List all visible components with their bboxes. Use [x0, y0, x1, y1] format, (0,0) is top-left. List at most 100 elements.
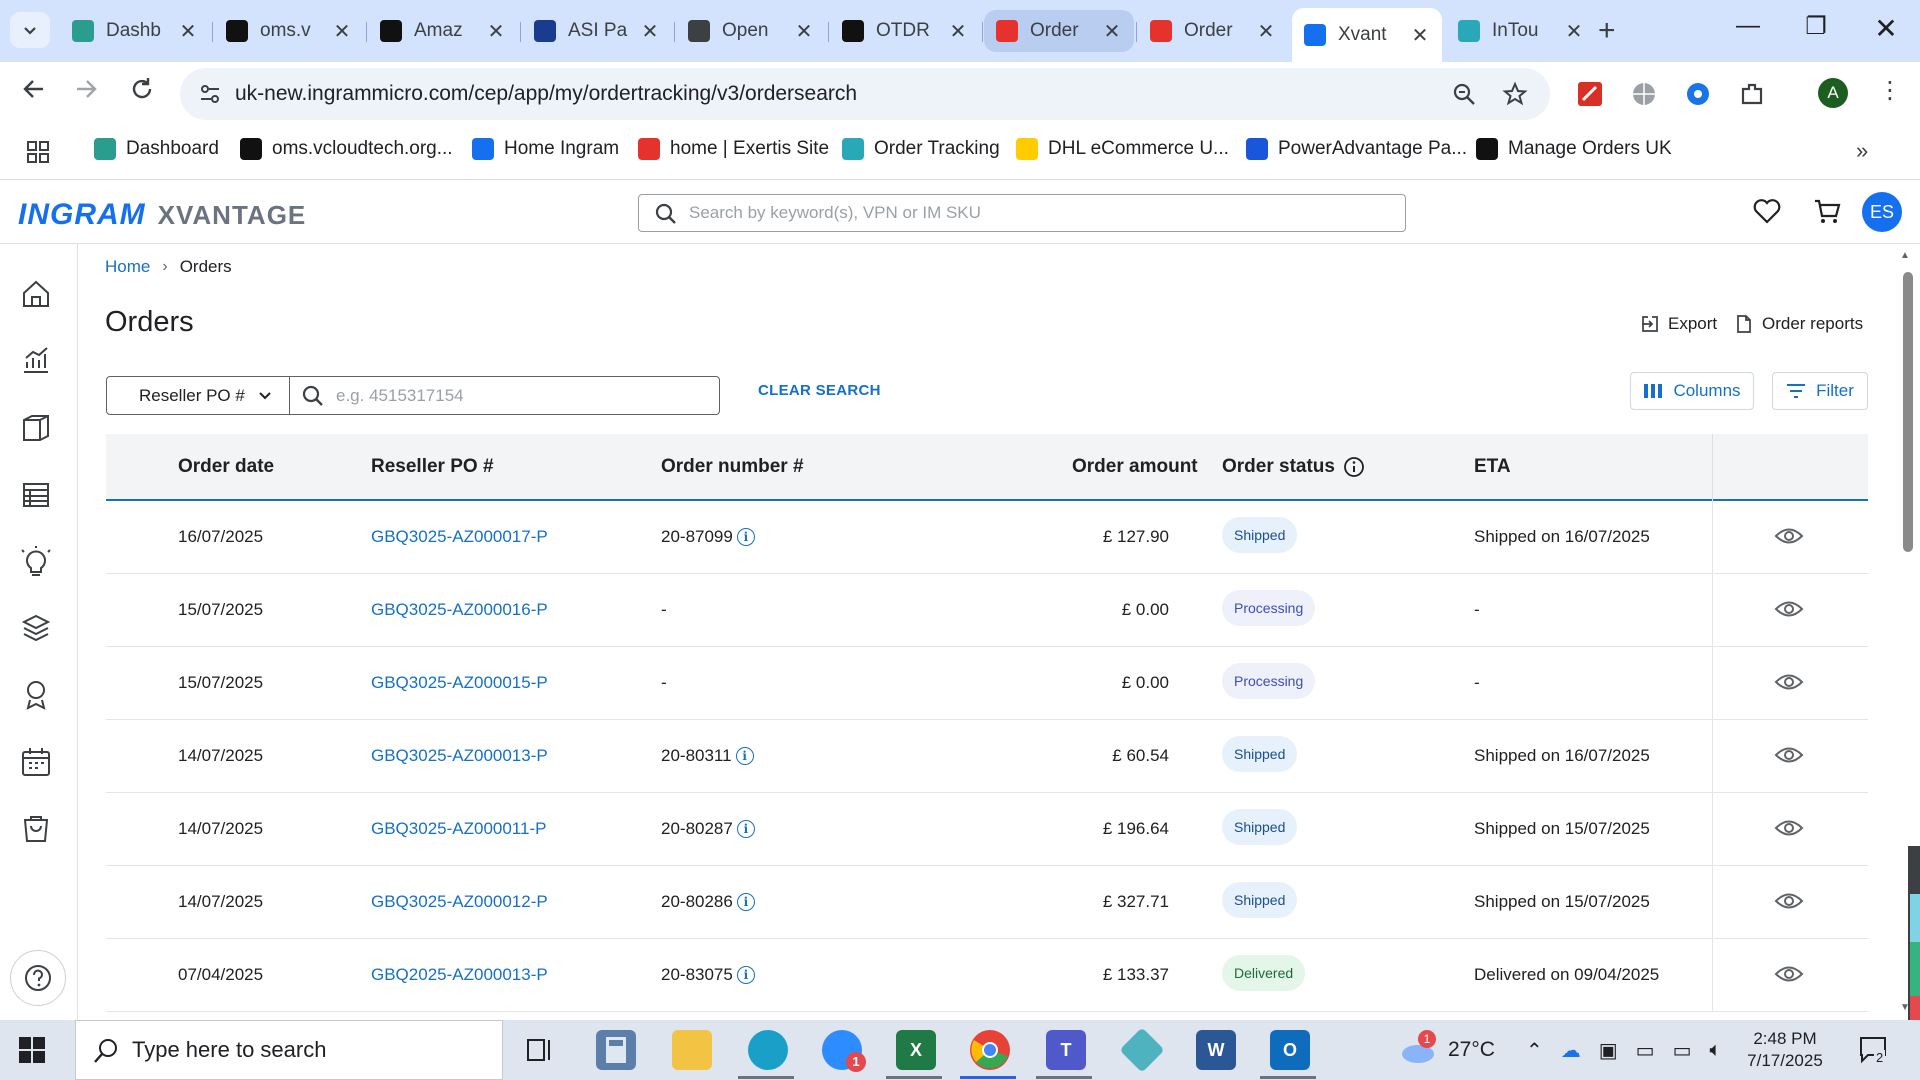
user-avatar[interactable]: ES	[1862, 192, 1902, 232]
view-order-eye-icon[interactable]	[1774, 890, 1804, 912]
profile-avatar[interactable]: A	[1818, 78, 1848, 108]
forward-button[interactable]	[68, 76, 104, 109]
view-order-eye-icon[interactable]	[1774, 744, 1804, 766]
column-header-order-amount[interactable]: Order amount	[1072, 456, 1198, 478]
table-row[interactable]: 14/07/2025 GBQ3025-AZ000013-P 20-80311 i £ 6…	[106, 720, 1868, 793]
bookmark-item[interactable]: Dashboard	[94, 138, 219, 160]
reseller-po-link[interactable]: GBQ2025-AZ000013-P	[371, 965, 548, 985]
browser-tab[interactable]: Order ✕	[1138, 10, 1288, 52]
close-tab-icon[interactable]: ✕	[948, 19, 968, 44]
network-extension-icon[interactable]	[1684, 80, 1712, 108]
tray-chevron-up-icon[interactable]: ⌃	[1526, 1038, 1543, 1063]
diamond-app-icon[interactable]	[1119, 1027, 1165, 1073]
close-tab-icon[interactable]: ✕	[1564, 19, 1584, 44]
url-text[interactable]: uk-new.ingrammicro.com/cep/app/my/ordert…	[235, 82, 857, 106]
chrome-icon[interactable]	[970, 1030, 1010, 1070]
bookmark-item[interactable]: DHL eCommerce U...	[1016, 138, 1229, 160]
order-info-icon[interactable]: i	[735, 747, 754, 765]
extensions-icon[interactable]	[1738, 80, 1766, 108]
reseller-po-link[interactable]: GBQ3025-AZ000013-P	[371, 746, 548, 766]
reseller-po-link[interactable]: GBQ3025-AZ000012-P	[371, 892, 548, 912]
tab-search-button[interactable]	[10, 12, 50, 48]
file-explorer-icon[interactable]	[672, 1030, 712, 1070]
battery-icon[interactable]: ▭	[1636, 1038, 1655, 1063]
bookmark-item[interactable]: PowerAdvantage Pa...	[1246, 138, 1467, 160]
order-info-icon[interactable]: i	[736, 528, 755, 546]
column-header-reseller-po[interactable]: Reseller PO #	[371, 456, 494, 478]
scroll-up-icon[interactable]: ▲	[1900, 250, 1910, 261]
column-header-order-number[interactable]: Order number #	[661, 456, 804, 478]
notification-center[interactable]: 2	[1858, 1034, 1888, 1069]
home-nav-icon[interactable]	[20, 278, 58, 316]
taskbar-clock[interactable]: 2:48 PM 7/17/2025	[1730, 1028, 1840, 1072]
browser-tab[interactable]: ASI Pa ✕	[522, 10, 672, 52]
view-order-eye-icon[interactable]	[1774, 598, 1804, 620]
browser-menu-icon[interactable]: ⋮	[1872, 76, 1908, 105]
word-icon[interactable]: W	[1196, 1030, 1236, 1070]
minimize-button[interactable]: —	[1728, 12, 1768, 40]
reseller-po-link[interactable]: GBQ3025-AZ000011-P	[371, 819, 546, 839]
table-row[interactable]: 14/07/2025 GBQ3025-AZ000012-P 20-80286 i £ 3…	[106, 866, 1868, 939]
search-field-select[interactable]: Reseller PO #	[106, 376, 290, 415]
close-tab-icon[interactable]: ✕	[1256, 19, 1276, 44]
excel-icon[interactable]: X	[896, 1030, 936, 1070]
store-nav-icon[interactable]	[20, 478, 58, 516]
scrollbar-thumb[interactable]	[1903, 272, 1913, 552]
tray-app-icon[interactable]: ▣	[1599, 1038, 1618, 1063]
close-tab-icon[interactable]: ✕	[640, 19, 660, 44]
column-header-order-date[interactable]: Order date	[178, 456, 274, 478]
globe-extension-icon[interactable]	[1630, 80, 1658, 108]
view-order-eye-icon[interactable]	[1774, 963, 1804, 985]
orders-bag-icon[interactable]	[20, 812, 58, 850]
order-info-icon[interactable]: i	[736, 966, 755, 984]
task-view-icon[interactable]	[520, 1030, 560, 1070]
columns-button[interactable]: Columns	[1630, 372, 1754, 410]
browser-tab[interactable]: Order ✕	[984, 10, 1134, 52]
insights-bulb-icon[interactable]	[20, 546, 58, 584]
apps-grid-icon[interactable]	[26, 140, 50, 164]
browser-tab[interactable]: Xvant ✕	[1292, 8, 1442, 62]
address-bar[interactable]: uk-new.ingrammicro.com/cep/app/my/ordert…	[180, 68, 1550, 120]
table-row[interactable]: 07/04/2025 GBQ2025-AZ000013-P 20-83075 i £ 1…	[106, 939, 1868, 1012]
new-tab-button[interactable]: +	[1598, 14, 1616, 48]
browser-tab[interactable]: Open ✕	[676, 10, 826, 52]
site-settings-icon[interactable]	[198, 82, 222, 106]
bookmark-item[interactable]: Home Ingram	[472, 138, 619, 160]
order-info-icon[interactable]: i	[736, 820, 755, 838]
reload-button[interactable]	[124, 76, 160, 109]
order-search-box[interactable]	[289, 376, 720, 415]
clear-search-button[interactable]: CLEAR SEARCH	[758, 382, 881, 399]
edge-icon[interactable]	[748, 1030, 788, 1070]
close-window-button[interactable]: ✕	[1866, 12, 1906, 45]
ingram-xvantage-logo[interactable]: INGRAM XVANTAGE	[18, 198, 306, 232]
zoom-icon[interactable]	[1452, 82, 1476, 106]
analytics-nav-icon[interactable]	[20, 344, 58, 382]
close-tab-icon[interactable]: ✕	[1102, 19, 1122, 44]
volume-icon[interactable]: 🔈︎	[1709, 1039, 1721, 1062]
browser-tab[interactable]: Amaz ✕	[368, 10, 518, 52]
taskbar-search[interactable]: Type here to search	[75, 1020, 503, 1080]
order-search-input[interactable]	[336, 386, 706, 406]
browser-tab[interactable]: InTou ✕	[1446, 10, 1596, 52]
view-order-eye-icon[interactable]	[1774, 671, 1804, 693]
services-nav-icon[interactable]	[20, 612, 58, 650]
table-row[interactable]: 15/07/2025 GBQ3025-AZ000015-P - £ 0.00 Proce…	[106, 647, 1868, 720]
weather-widget[interactable]: 1 27°C	[1398, 1020, 1495, 1080]
outlook-icon[interactable]: O	[1270, 1030, 1310, 1070]
browser-tab[interactable]: oms.v ✕	[214, 10, 364, 52]
catalog-nav-icon[interactable]	[20, 412, 58, 450]
zoom-app-icon[interactable]: 1	[822, 1030, 866, 1072]
browser-tab[interactable]: OTDR ✕	[830, 10, 980, 52]
favorites-heart-icon[interactable]	[1752, 196, 1784, 228]
restore-button[interactable]: ❐	[1796, 12, 1836, 41]
column-header-eta[interactable]: ETA	[1474, 456, 1511, 478]
more-bookmarks-icon[interactable]: »	[1856, 138, 1868, 164]
bookmark-item[interactable]: Manage Orders UK	[1476, 138, 1672, 160]
support-nav-icon[interactable]	[20, 678, 58, 716]
close-tab-icon[interactable]: ✕	[486, 19, 506, 44]
reseller-po-link[interactable]: GBQ3025-AZ000016-P	[371, 600, 548, 620]
breadcrumb-home-link[interactable]: Home	[105, 257, 150, 277]
close-tab-icon[interactable]: ✕	[794, 19, 814, 44]
calendar-nav-icon[interactable]	[20, 746, 58, 784]
back-button[interactable]	[16, 76, 52, 109]
